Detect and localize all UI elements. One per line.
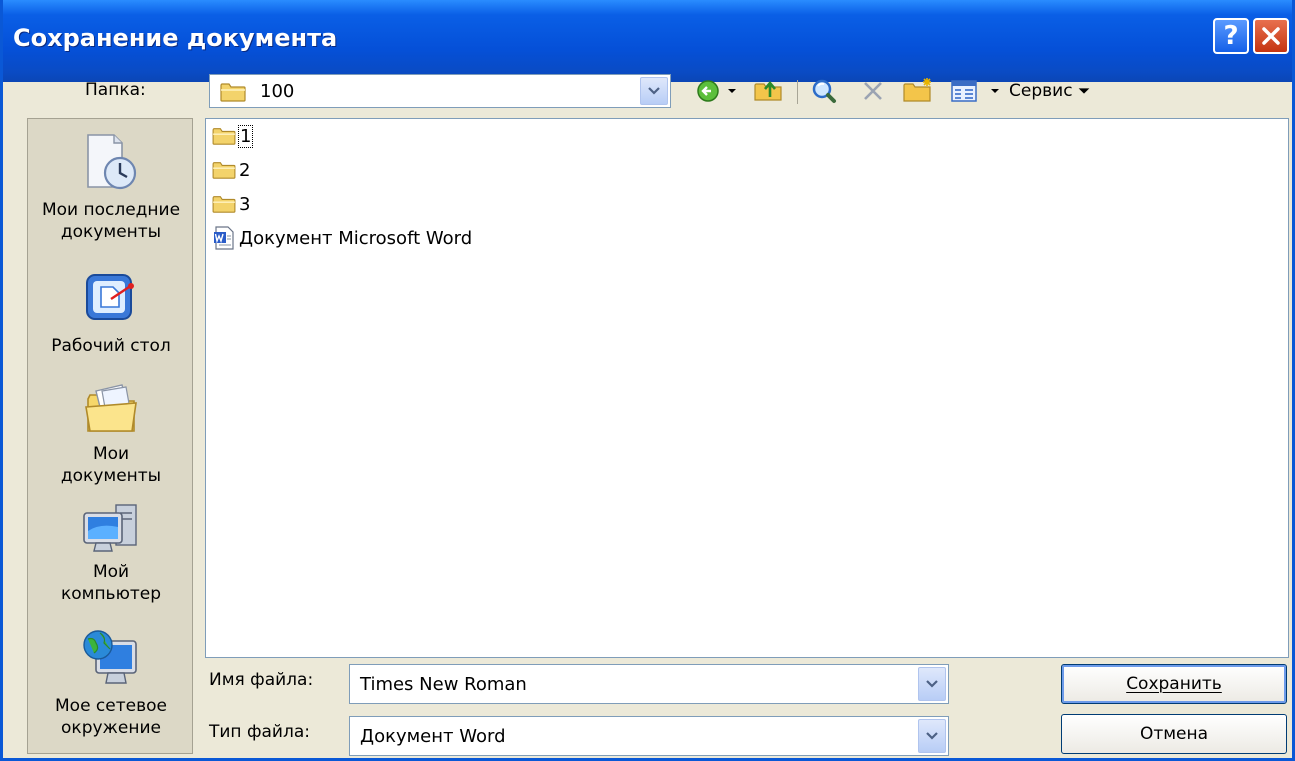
place-label: компьютер bbox=[60, 584, 162, 604]
save-button[interactable]: Сохранить bbox=[1061, 664, 1287, 704]
place-label: документы bbox=[60, 466, 162, 486]
up-one-level-button[interactable] bbox=[751, 78, 785, 104]
folder-icon bbox=[212, 128, 236, 145]
folder-icon bbox=[212, 196, 236, 213]
back-button[interactable] bbox=[693, 78, 723, 104]
tools-menu-button[interactable]: Сервис bbox=[1009, 78, 1091, 104]
folder-label: Папка: bbox=[85, 80, 146, 100]
list-item[interactable]: 3 bbox=[212, 189, 250, 219]
delete-icon bbox=[864, 82, 882, 100]
cancel-button-label: Отмена bbox=[1139, 724, 1209, 744]
file-name: 1 bbox=[237, 124, 254, 148]
window-title: Сохранение документа bbox=[13, 24, 338, 52]
close-icon bbox=[1262, 27, 1280, 45]
place-label: окружение bbox=[61, 718, 161, 738]
chevron-down-icon bbox=[926, 680, 938, 688]
views-button[interactable] bbox=[949, 78, 979, 104]
place-label: документы bbox=[60, 222, 162, 242]
file-type-label: Тип файла: bbox=[209, 722, 310, 742]
tools-menu-label: Сервис bbox=[1009, 81, 1073, 101]
file-type-select[interactable]: Документ Word bbox=[349, 716, 949, 756]
folder-dropdown-button[interactable] bbox=[640, 77, 668, 105]
list-item[interactable]: 2 bbox=[212, 155, 250, 185]
small-arrow-down-icon bbox=[991, 89, 999, 93]
my-computer-icon bbox=[83, 504, 137, 552]
file-name-input[interactable]: Times New Roman bbox=[349, 664, 949, 704]
folder-icon bbox=[220, 83, 246, 102]
cancel-button[interactable]: Отмена bbox=[1061, 714, 1287, 754]
file-name: 2 bbox=[239, 159, 251, 181]
places-bar: Мои последние документы Рабочий стол Мои… bbox=[27, 118, 193, 754]
small-arrow-down-icon bbox=[728, 89, 736, 93]
search-icon bbox=[812, 79, 836, 103]
small-arrow-down-icon bbox=[1078, 88, 1089, 94]
folder-combo[interactable]: 100 bbox=[209, 74, 671, 108]
up-folder-icon bbox=[754, 80, 782, 101]
search-web-button[interactable] bbox=[809, 78, 839, 104]
place-label: Рабочий стол bbox=[51, 336, 171, 356]
help-button[interactable]: ? bbox=[1213, 18, 1249, 54]
folder-icon bbox=[212, 162, 236, 179]
new-folder-icon bbox=[903, 78, 931, 102]
close-button[interactable] bbox=[1253, 18, 1289, 54]
my-documents-icon bbox=[85, 384, 137, 432]
toolbar-separator bbox=[797, 80, 798, 104]
network-places-icon bbox=[83, 630, 137, 684]
file-name-value: Times New Roman bbox=[360, 673, 527, 695]
word-document-icon bbox=[214, 226, 234, 250]
file-type-value: Документ Word bbox=[360, 725, 506, 747]
chevron-down-icon bbox=[926, 732, 938, 740]
file-type-dropdown-button[interactable] bbox=[918, 719, 946, 753]
file-name-dropdown-button[interactable] bbox=[918, 667, 946, 701]
new-folder-button[interactable] bbox=[901, 76, 935, 104]
current-folder: 100 bbox=[260, 80, 295, 102]
file-name-label: Имя файла: bbox=[209, 670, 314, 690]
recent-documents-icon bbox=[87, 134, 137, 190]
place-label: Мои bbox=[92, 444, 130, 464]
title-bar[interactable]: Сохранение документа ? bbox=[3, 0, 1292, 82]
help-icon: ? bbox=[1223, 21, 1239, 51]
file-name: Документ Microsoft Word bbox=[239, 227, 473, 249]
list-item[interactable]: Документ Microsoft Word bbox=[212, 223, 472, 253]
place-label: Мое сетевое bbox=[55, 696, 167, 716]
place-label: Мои последние bbox=[41, 200, 181, 220]
back-dropdown-button[interactable] bbox=[724, 82, 740, 100]
list-item[interactable]: 1 bbox=[212, 121, 254, 151]
desktop-icon bbox=[86, 274, 134, 320]
delete-button[interactable] bbox=[859, 78, 887, 104]
views-icon bbox=[951, 80, 977, 102]
place-label: Мой bbox=[92, 562, 130, 582]
save-button-label: Сохранить bbox=[1126, 674, 1222, 694]
views-dropdown-button[interactable] bbox=[987, 82, 1003, 100]
save-dialog: Сохранение документа ? Папка: 100 Сервис… bbox=[0, 0, 1295, 761]
file-name: 3 bbox=[239, 193, 251, 215]
chevron-down-icon bbox=[648, 87, 660, 95]
file-list[interactable]: 1 2 3 Документ Microsoft Word bbox=[205, 118, 1289, 658]
back-icon bbox=[697, 80, 719, 102]
